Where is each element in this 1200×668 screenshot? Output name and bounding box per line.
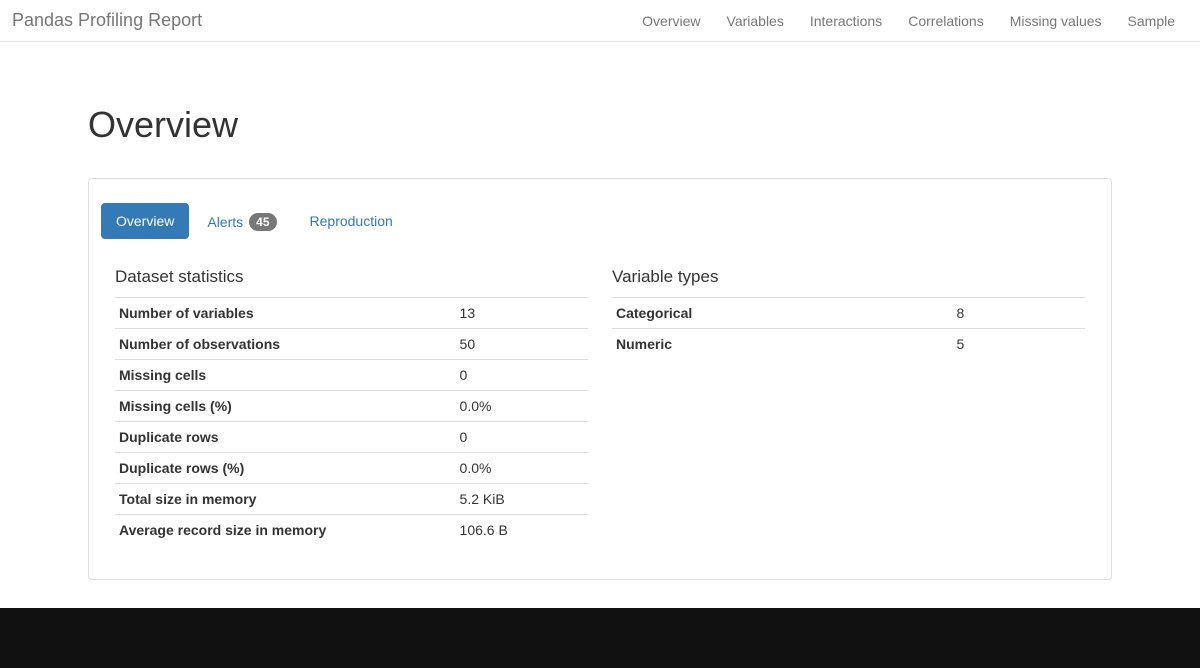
table-row: Missing cells (%)0.0% <box>115 391 588 422</box>
stats-row: Dataset statistics Number of variables13… <box>101 267 1099 545</box>
table-row: Duplicate rows (%)0.0% <box>115 453 588 484</box>
variable-types-table: Categorical8 Numeric5 <box>612 297 1085 359</box>
stat-label: Missing cells <box>115 360 456 391</box>
stat-label: Number of variables <box>115 298 456 329</box>
stat-label: Numeric <box>612 329 953 360</box>
table-row: Number of variables13 <box>115 298 588 329</box>
tab-alerts-label: Alerts <box>207 214 243 230</box>
stat-value: 106.6 B <box>456 515 588 546</box>
tab-nav: Overview Alerts 45 Reproduction <box>101 203 1099 241</box>
stat-label: Duplicate rows <box>115 422 456 453</box>
stat-label: Missing cells (%) <box>115 391 456 422</box>
table-row: Numeric5 <box>612 329 1085 360</box>
variable-types-heading: Variable types <box>612 267 1085 287</box>
table-row: Number of observations50 <box>115 329 588 360</box>
overview-panel: Overview Alerts 45 Reproduction Dataset … <box>88 178 1112 580</box>
alerts-badge: 45 <box>249 213 276 231</box>
dataset-stats-table: Number of variables13 Number of observat… <box>115 297 588 545</box>
navbar-brand[interactable]: Pandas Profiling Report <box>12 10 202 31</box>
stat-value: 5 <box>953 329 1085 360</box>
stat-value: 50 <box>456 329 588 360</box>
table-row: Average record size in memory106.6 B <box>115 515 588 546</box>
stat-value: 0 <box>456 360 588 391</box>
stat-value: 0 <box>456 422 588 453</box>
stat-label: Average record size in memory <box>115 515 456 546</box>
tab-overview[interactable]: Overview <box>101 203 189 239</box>
nav-link-variables[interactable]: Variables <box>714 1 797 41</box>
page-title: Overview <box>88 104 1112 146</box>
stat-label: Duplicate rows (%) <box>115 453 456 484</box>
navbar: Pandas Profiling Report Overview Variabl… <box>0 0 1200 42</box>
table-row: Total size in memory5.2 KiB <box>115 484 588 515</box>
tab-reproduction[interactable]: Reproduction <box>295 203 408 239</box>
stat-label: Total size in memory <box>115 484 456 515</box>
dataset-stats-col: Dataset statistics Number of variables13… <box>115 267 588 545</box>
variable-types-col: Variable types Categorical8 Numeric5 <box>612 267 1085 545</box>
stat-value: 0.0% <box>456 453 588 484</box>
nav-link-correlations[interactable]: Correlations <box>895 1 996 41</box>
table-row: Duplicate rows0 <box>115 422 588 453</box>
nav-link-interactions[interactable]: Interactions <box>797 1 895 41</box>
table-row: Categorical8 <box>612 298 1085 329</box>
table-row: Missing cells0 <box>115 360 588 391</box>
nav-link-missing-values[interactable]: Missing values <box>997 1 1115 41</box>
nav-link-sample[interactable]: Sample <box>1115 1 1188 41</box>
stat-label: Categorical <box>612 298 953 329</box>
stat-value: 5.2 KiB <box>456 484 588 515</box>
stat-label: Number of observations <box>115 329 456 360</box>
tab-alerts[interactable]: Alerts 45 <box>192 203 291 241</box>
footer <box>0 608 1200 668</box>
main-container: Overview Overview Alerts 45 Reproduction… <box>76 104 1124 580</box>
stat-value: 0.0% <box>456 391 588 422</box>
stat-value: 8 <box>953 298 1085 329</box>
stat-value: 13 <box>456 298 588 329</box>
navbar-nav: Overview Variables Interactions Correlat… <box>629 1 1188 41</box>
dataset-stats-heading: Dataset statistics <box>115 267 588 287</box>
nav-link-overview[interactable]: Overview <box>629 1 713 41</box>
